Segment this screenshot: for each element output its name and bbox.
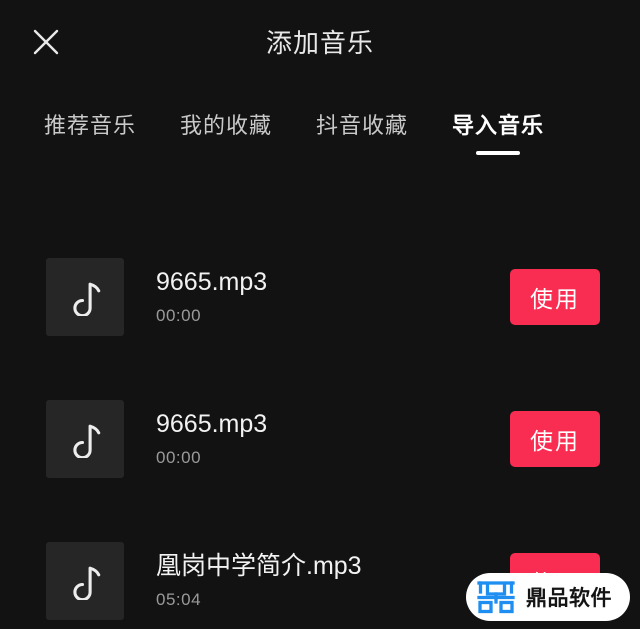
page-title: 添加音乐 bbox=[265, 27, 374, 58]
track-title: 凰岗中学简介.mp3 bbox=[156, 552, 362, 581]
track-info: 9665.mp3 00:00 bbox=[156, 410, 510, 468]
use-button[interactable]: 使用 bbox=[510, 411, 600, 467]
tab-recommended-music[interactable]: 推荐音乐 bbox=[44, 108, 136, 156]
close-button[interactable] bbox=[26, 22, 66, 62]
track-duration: 05:04 bbox=[156, 589, 202, 609]
tab-label: 推荐音乐 bbox=[44, 113, 137, 138]
track-title: 9665.mp3 bbox=[156, 268, 268, 297]
music-note-icon bbox=[68, 278, 102, 316]
header-bar: 添加音乐 bbox=[0, 0, 640, 82]
track-thumbnail bbox=[46, 542, 124, 620]
tab-label: 抖音收藏 bbox=[316, 113, 409, 138]
music-note-icon bbox=[68, 562, 102, 600]
track-info: 凰岗中学简介.mp3 05:04 bbox=[156, 552, 510, 610]
tab-active-indicator bbox=[476, 151, 521, 155]
track-row[interactable]: 9665.mp3 00:00 使用 bbox=[0, 368, 640, 510]
track-row[interactable]: 9665.mp3 00:00 使用 bbox=[0, 226, 640, 368]
track-duration: 00:00 bbox=[156, 447, 202, 467]
track-info: 9665.mp3 00:00 bbox=[156, 268, 510, 326]
music-note-icon bbox=[68, 420, 102, 458]
track-title: 9665.mp3 bbox=[156, 410, 268, 439]
close-icon bbox=[31, 27, 61, 57]
tab-douyin-favorites[interactable]: 抖音收藏 bbox=[316, 108, 408, 156]
track-duration: 00:00 bbox=[156, 305, 202, 325]
tab-my-favorites[interactable]: 我的收藏 bbox=[180, 108, 272, 156]
use-button[interactable]: 使用 bbox=[510, 269, 600, 325]
imported-music-list: 9665.mp3 00:00 使用 9665.mp3 00:00 使用 凰岗中学… bbox=[0, 226, 640, 629]
tab-label: 我的收藏 bbox=[180, 113, 273, 138]
add-music-screen: 添加音乐 推荐音乐 我的收藏 抖音收藏 导入音乐 9665.mp3 00:00 … bbox=[0, 0, 640, 629]
track-row[interactable]: 凰岗中学简介.mp3 05:04 使用 bbox=[0, 510, 640, 629]
tab-bar: 推荐音乐 我的收藏 抖音收藏 导入音乐 bbox=[44, 82, 640, 171]
track-thumbnail bbox=[46, 258, 124, 336]
track-thumbnail bbox=[46, 400, 124, 478]
use-button[interactable]: 使用 bbox=[510, 553, 600, 609]
tab-import-music[interactable]: 导入音乐 bbox=[452, 108, 544, 171]
tab-label: 导入音乐 bbox=[452, 113, 545, 138]
